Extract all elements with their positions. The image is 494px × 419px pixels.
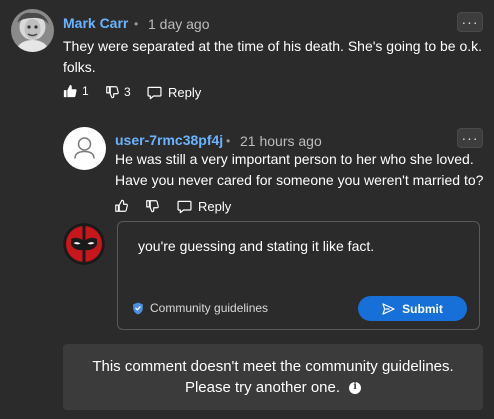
comment-text-line: He was still a very important person to … [115,151,474,167]
thumbs-up-icon [115,199,128,212]
comment-text-line: folks. [63,59,96,75]
community-guidelines-link[interactable]: Community guidelines [132,301,268,315]
comment-text: They were separated at the time of his d… [63,36,483,78]
like-button[interactable] [114,199,128,213]
submit-button[interactable]: Submit [358,296,467,321]
comment-timestamp: 21 hours ago [240,133,322,149]
warning-line-2: Please try another one. [184,379,341,396]
reply-button[interactable]: Reply [177,199,231,214]
comment-text-line: They were separated at the time of his d… [63,38,483,54]
comment-text-line: Have you never cared for someone you wer… [115,172,484,188]
reply-input[interactable]: you're guessing and stating it like fact… [138,238,374,254]
user-silhouette-icon [74,137,95,159]
dislike-count: 3 [124,85,131,99]
warning-line-1: This comment doesn't meet the community … [92,358,454,375]
separator-dot: • [134,17,139,31]
comment-author[interactable]: Mark Carr [63,15,128,31]
reply-button[interactable]: Reply [147,85,201,100]
deadpool-avatar-icon [63,223,105,265]
info-icon[interactable]: i [349,381,362,394]
thumbs-down-icon [146,200,159,213]
thumbs-up-filled-icon [63,84,77,98]
more-options-button[interactable]: ··· [457,12,483,32]
reply-label: Reply [168,85,202,100]
like-button[interactable]: 1 [63,84,89,98]
reply-composer[interactable]: you're guessing and stating it like fact… [117,221,480,330]
dislike-button[interactable]: 3 [105,85,131,99]
reply-bubble-icon [177,200,192,213]
shield-icon [133,301,143,315]
avatar-default[interactable] [63,127,106,170]
avatar-mark-carr[interactable] [11,9,54,52]
more-options-button[interactable]: ··· [457,128,483,148]
comment-text: He was still a very important person to … [115,149,485,191]
reply-label: Reply [198,199,232,214]
send-icon [382,302,395,315]
guidelines-warning: This comment doesn't meet the community … [63,344,483,410]
separator-dot: • [226,134,231,148]
dislike-button[interactable] [145,199,159,213]
like-count: 1 [82,84,89,98]
community-guidelines-label: Community guidelines [150,301,269,315]
submit-label: Submit [402,301,443,316]
more-icon: ··· [461,14,479,30]
warning-line-2-row: Please try another one. i [184,377,362,398]
comment-timestamp: 1 day ago [148,16,210,32]
reply-bubble-icon [147,86,162,99]
avatar-current-user[interactable] [63,223,105,265]
more-icon: ··· [461,130,479,146]
comment-author[interactable]: user-7rmc38pf4j [115,132,223,148]
thumbs-down-icon [106,86,119,99]
